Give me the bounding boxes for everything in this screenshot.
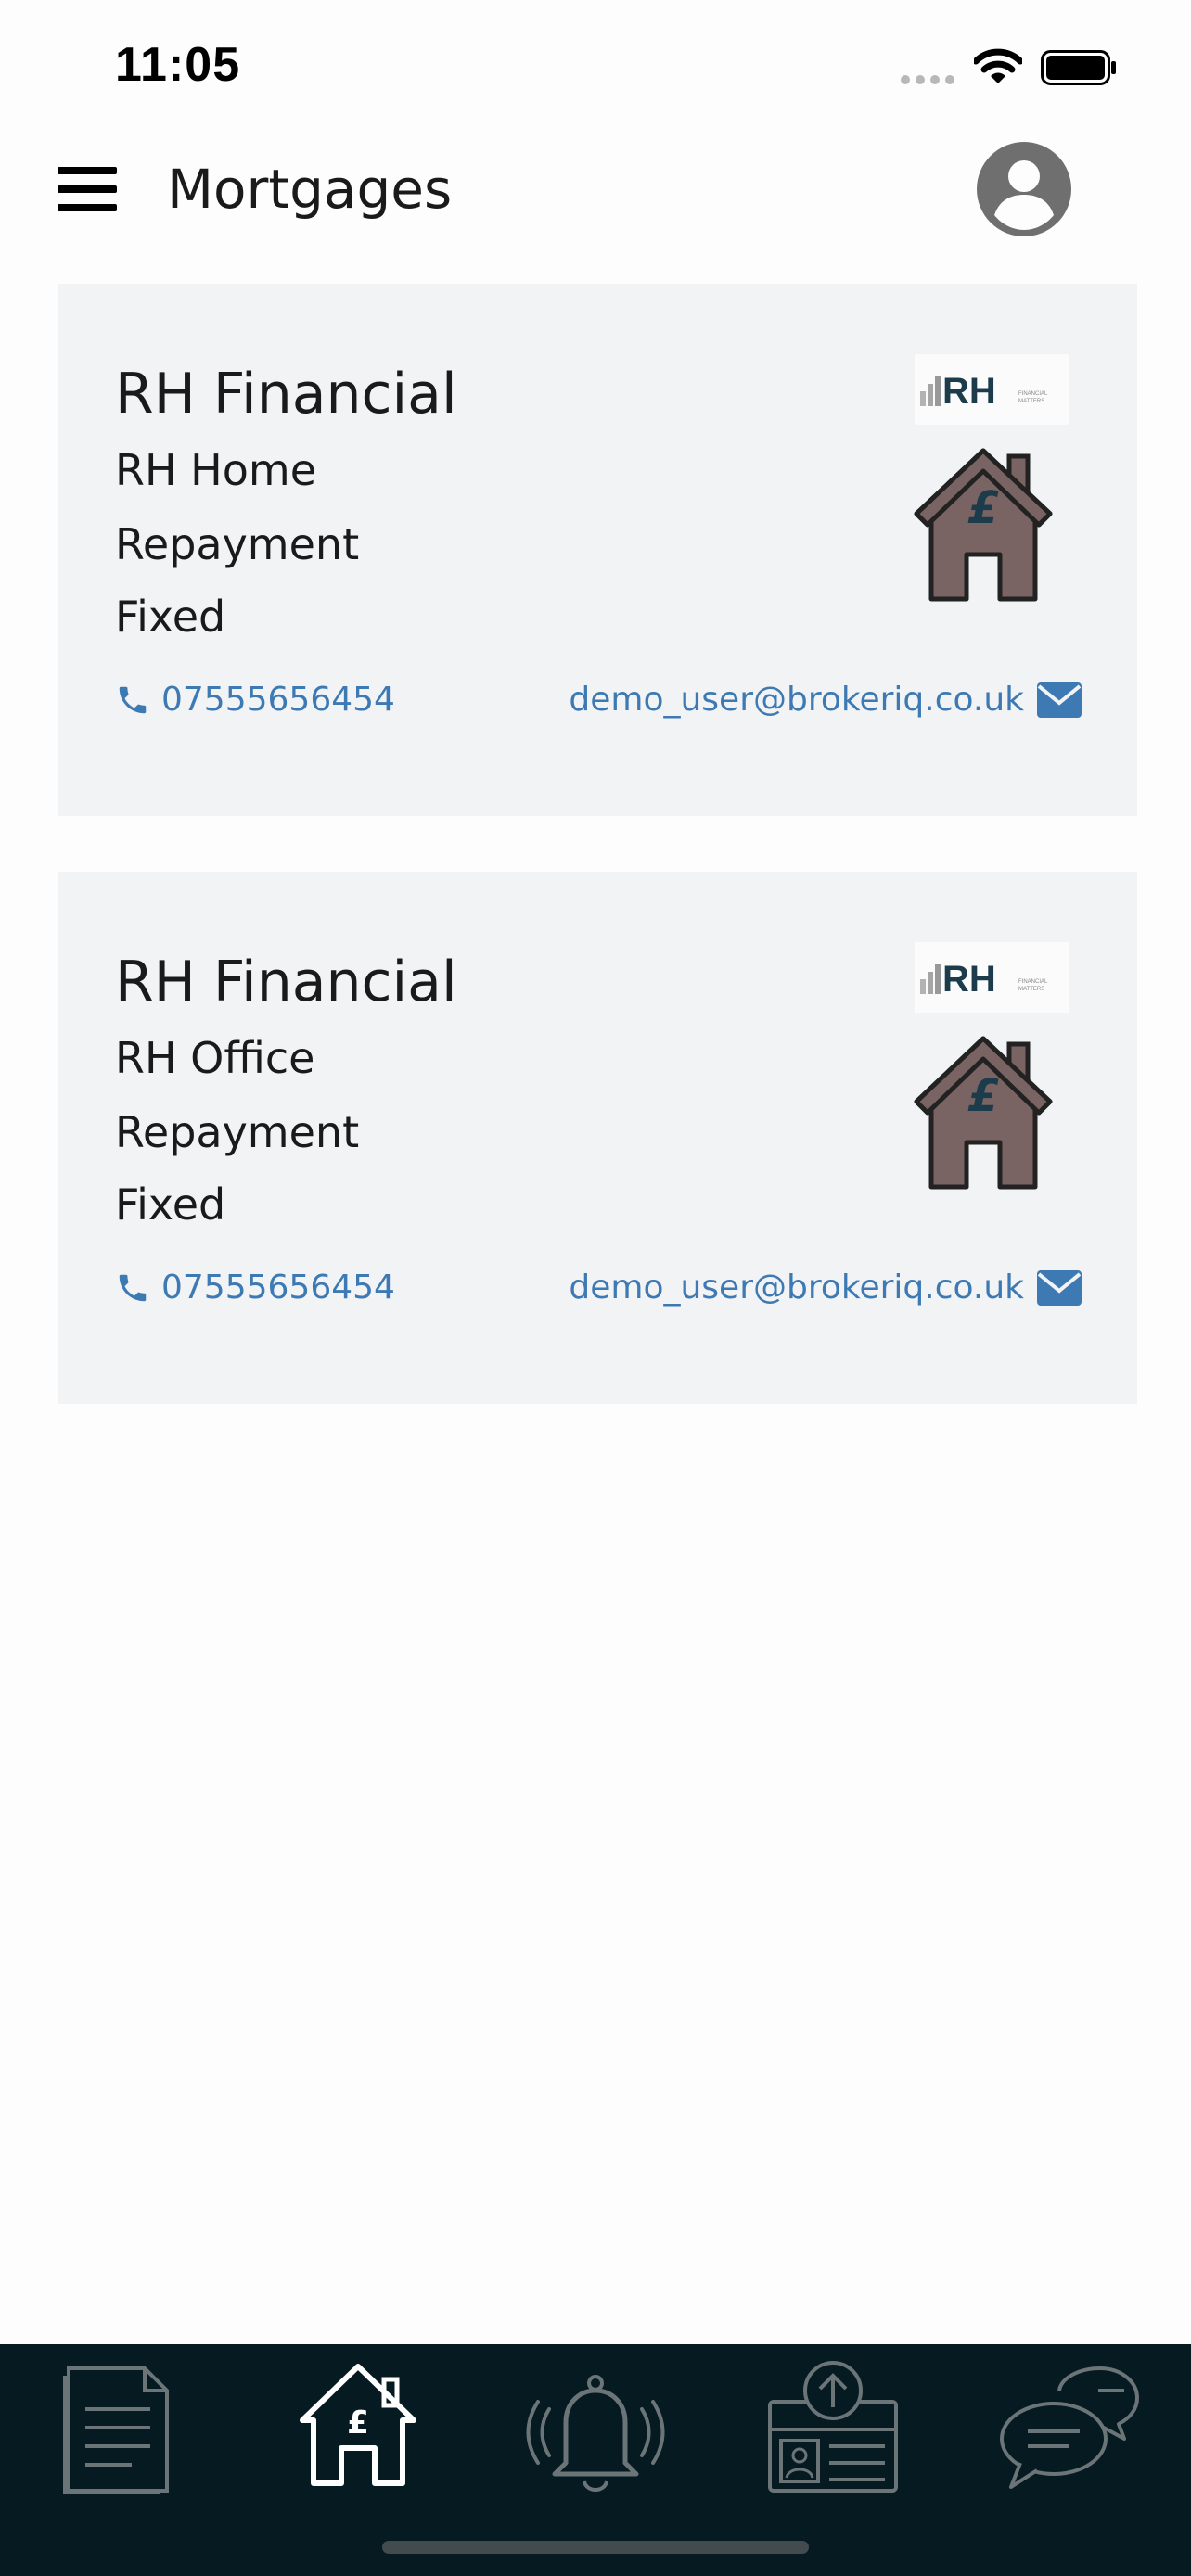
envelope-icon — [1037, 1269, 1082, 1306]
svg-text:MATTERS: MATTERS — [1018, 987, 1044, 992]
svg-text:RH: RH — [942, 371, 996, 412]
app-header: Mortgages — [0, 130, 1191, 278]
email-address: demo_user@brokeriq.co.uk — [569, 681, 1024, 719]
tab-notifications-icon[interactable] — [521, 2353, 670, 2502]
tab-messages-icon[interactable] — [994, 2353, 1143, 2502]
cellular-signal-icon — [901, 75, 954, 84]
battery-icon — [1041, 50, 1116, 85]
phone-link[interactable]: 07555656454 — [115, 681, 395, 719]
email-link[interactable]: demo_user@brokeriq.co.uk — [569, 1269, 1082, 1307]
mortgage-card[interactable]: RH Financial RH Home Repayment Fixed RH … — [58, 284, 1137, 816]
tab-mortgages-icon[interactable]: £ — [284, 2353, 432, 2502]
hamburger-menu-icon[interactable] — [58, 167, 117, 211]
phone-icon — [119, 1274, 147, 1301]
phone-link[interactable]: 07555656454 — [115, 1269, 395, 1307]
mortgage-provider: RH Financial — [115, 950, 457, 1014]
svg-text:FINANCIAL: FINANCIAL — [1018, 979, 1048, 985]
tab-id-upload-icon[interactable] — [759, 2353, 907, 2502]
mortgage-card[interactable]: RH Financial RH Office Repayment Fixed R… — [58, 872, 1137, 1404]
svg-text:MATTERS: MATTERS — [1018, 399, 1044, 404]
home-indicator[interactable] — [382, 2541, 809, 2554]
phone-number: 07555656454 — [161, 681, 395, 719]
provider-logo: RH FINANCIAL MATTERS — [915, 354, 1069, 425]
svg-text:£: £ — [347, 2404, 369, 2442]
email-address: demo_user@brokeriq.co.uk — [569, 1269, 1024, 1307]
house-pound-icon: £ — [914, 1036, 1053, 1190]
svg-text:£: £ — [967, 482, 999, 534]
wifi-icon — [974, 48, 1022, 83]
status-bar: 11:05 — [0, 0, 1191, 130]
mortgage-rate: Fixed — [115, 1180, 226, 1230]
phone-icon — [119, 686, 147, 713]
svg-text:FINANCIAL: FINANCIAL — [1018, 391, 1048, 397]
mortgage-property: RH Office — [115, 1033, 315, 1083]
page-title: Mortgages — [167, 158, 453, 221]
tab-documents-icon[interactable] — [48, 2353, 197, 2502]
mortgage-type: Repayment — [115, 1107, 360, 1157]
mortgage-type: Repayment — [115, 519, 360, 569]
bottom-tab-bar: £ — [0, 2344, 1191, 2576]
mortgage-rate: Fixed — [115, 592, 226, 642]
email-link[interactable]: demo_user@brokeriq.co.uk — [569, 681, 1082, 719]
profile-avatar-icon[interactable] — [976, 141, 1072, 237]
svg-text:£: £ — [967, 1070, 999, 1122]
svg-text:RH: RH — [942, 959, 996, 1000]
provider-logo: RH FINANCIAL MATTERS — [915, 942, 1069, 1013]
house-pound-icon: £ — [914, 448, 1053, 602]
mortgage-property: RH Home — [115, 445, 317, 495]
envelope-icon — [1037, 682, 1082, 718]
phone-number: 07555656454 — [161, 1269, 395, 1307]
status-time: 11:05 — [115, 38, 241, 92]
mortgage-provider: RH Financial — [115, 362, 457, 427]
